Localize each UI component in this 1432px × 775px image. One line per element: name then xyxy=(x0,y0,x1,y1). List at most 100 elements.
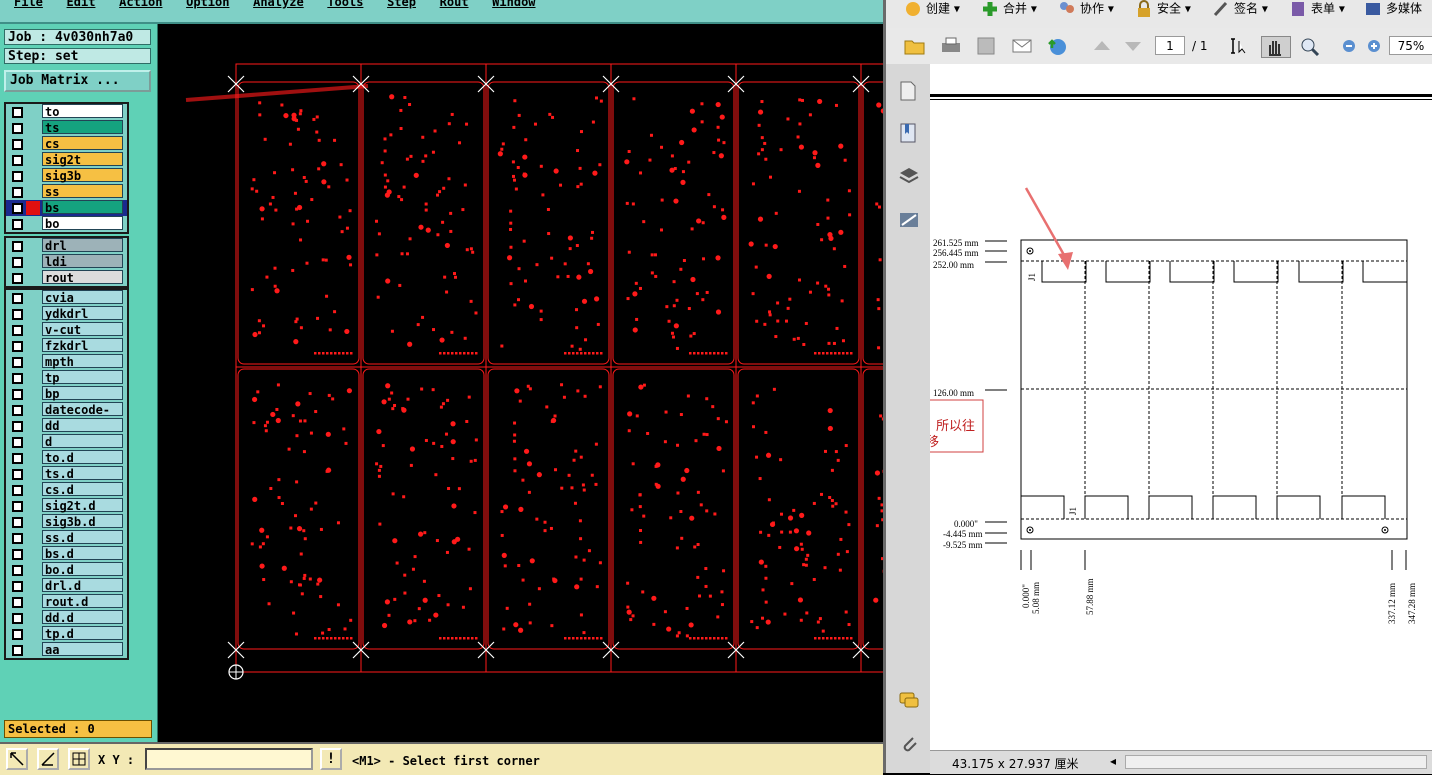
layer-row[interactable]: cvia xyxy=(6,290,127,306)
pcb-canvas[interactable] xyxy=(158,24,883,742)
layer-checkbox[interactable] xyxy=(12,203,23,214)
combine-menu[interactable]: 合并 ▾ xyxy=(981,0,1037,24)
layer-checkbox[interactable] xyxy=(12,187,23,198)
pdf-document-page[interactable]: J1 J1 261.525 mm 256.445 mm 252.00 mm 12… xyxy=(930,64,1432,750)
layer-row[interactable]: dd xyxy=(6,418,127,434)
layer-name[interactable]: dd.d xyxy=(42,610,123,624)
layer-row[interactable]: d xyxy=(6,434,127,450)
layer-name[interactable]: bo xyxy=(42,216,123,230)
print-icon[interactable] xyxy=(940,36,962,56)
layer-checkbox[interactable] xyxy=(12,453,23,464)
layer-name[interactable]: bp xyxy=(42,386,123,400)
layer-name[interactable]: aa xyxy=(42,642,123,656)
page-number-input[interactable]: 1 xyxy=(1155,36,1185,55)
layer-row[interactable]: drl.d xyxy=(6,578,127,594)
menu-file[interactable]: File xyxy=(14,0,43,9)
grid-button[interactable] xyxy=(68,748,90,770)
measure-button[interactable] xyxy=(37,748,59,770)
email-icon[interactable] xyxy=(1011,36,1033,56)
layer-checkbox[interactable] xyxy=(12,107,23,118)
layer-name[interactable]: cs.d xyxy=(42,482,123,496)
layer-row[interactable]: ss.d xyxy=(6,530,127,546)
layer-name[interactable]: d xyxy=(42,434,123,448)
layer-row[interactable]: ts.d xyxy=(6,466,127,482)
layer-row[interactable]: ss xyxy=(6,184,127,200)
menu-step[interactable]: Step xyxy=(387,0,416,9)
layer-row[interactable]: sig2t.d xyxy=(6,498,127,514)
layer-checkbox[interactable] xyxy=(12,549,23,560)
layer-checkbox[interactable] xyxy=(12,341,23,352)
open-folder-icon[interactable] xyxy=(904,36,926,56)
scroll-left-icon[interactable]: ◂ xyxy=(1110,754,1116,768)
layer-checkbox[interactable] xyxy=(12,219,23,230)
layer-row[interactable]: tp.d xyxy=(6,626,127,642)
previous-page-icon[interactable] xyxy=(1091,36,1113,56)
xy-input[interactable] xyxy=(145,748,313,770)
layer-row[interactable]: bp xyxy=(6,386,127,402)
layer-row[interactable]: sig3b.d xyxy=(6,514,127,530)
layer-checkbox[interactable] xyxy=(12,613,23,624)
layer-checkbox[interactable] xyxy=(12,309,23,320)
layer-checkbox[interactable] xyxy=(12,171,23,182)
layer-name[interactable]: v-cut xyxy=(42,322,123,336)
layer-name[interactable]: rout.d xyxy=(42,594,123,608)
warning-button[interactable]: ! xyxy=(320,748,342,770)
layer-row[interactable]: to xyxy=(6,104,127,120)
layer-checkbox[interactable] xyxy=(12,421,23,432)
layer-checkbox[interactable] xyxy=(12,325,23,336)
attachment-icon[interactable] xyxy=(898,732,920,758)
comments-icon[interactable] xyxy=(898,690,920,716)
menu-action[interactable]: Action xyxy=(119,0,162,9)
select-text-icon[interactable] xyxy=(1228,36,1250,56)
layer-name[interactable]: datecode-ss xyxy=(42,402,123,416)
menu-analyze[interactable]: Analyze xyxy=(253,0,304,9)
layer-checkbox[interactable] xyxy=(12,123,23,134)
layer-name[interactable]: sig2t xyxy=(42,152,123,166)
layer-checkbox[interactable] xyxy=(12,469,23,480)
layer-name[interactable]: bs.d xyxy=(42,546,123,560)
job-matrix-button[interactable]: Job Matrix ... xyxy=(4,70,151,92)
layer-name[interactable]: sig3b xyxy=(42,168,123,182)
zoom-tool-icon[interactable] xyxy=(1299,36,1321,56)
layer-name[interactable]: tp xyxy=(42,370,123,384)
layer-row[interactable]: ldi xyxy=(6,254,127,270)
save-icon[interactable] xyxy=(975,36,997,56)
layer-checkbox[interactable] xyxy=(12,241,23,252)
layer-row[interactable]: sig2t xyxy=(6,152,127,168)
sign-menu[interactable]: 签名 ▾ xyxy=(1212,0,1268,24)
layer-name[interactable]: ts xyxy=(42,120,123,134)
layer-checkbox[interactable] xyxy=(12,581,23,592)
layer-checkbox[interactable] xyxy=(12,273,23,284)
layer-row[interactable]: to.d xyxy=(6,450,127,466)
layer-checkbox[interactable] xyxy=(12,485,23,496)
layer-checkbox[interactable] xyxy=(12,293,23,304)
hand-tool-icon[interactable] xyxy=(1261,36,1291,58)
layer-checkbox[interactable] xyxy=(12,139,23,150)
zoom-out-icon[interactable] xyxy=(1338,36,1360,56)
layer-row[interactable]: cs xyxy=(6,136,127,152)
layer-name[interactable]: rout xyxy=(42,270,123,284)
pages-icon[interactable] xyxy=(898,80,918,106)
layer-name[interactable]: ts.d xyxy=(42,466,123,480)
layer-row[interactable]: mpth xyxy=(6,354,127,370)
layer-checkbox[interactable] xyxy=(12,565,23,576)
layer-row[interactable]: bo.d xyxy=(6,562,127,578)
multimedia-menu[interactable]: 多媒体 xyxy=(1364,0,1422,24)
layer-row[interactable]: rout.d xyxy=(6,594,127,610)
layer-row[interactable]: dd.d xyxy=(6,610,127,626)
layer-row[interactable]: aa xyxy=(6,642,127,658)
layer-name[interactable]: dd xyxy=(42,418,123,432)
layer-checkbox[interactable] xyxy=(12,155,23,166)
menu-window[interactable]: Window xyxy=(492,0,535,9)
zoom-in-icon[interactable] xyxy=(1363,36,1385,56)
layer-row[interactable]: cs.d xyxy=(6,482,127,498)
layer-checkbox[interactable] xyxy=(12,257,23,268)
layer-row[interactable]: bs.d xyxy=(6,546,127,562)
layer-color-swatch[interactable] xyxy=(26,201,40,215)
menu-edit[interactable]: Edit xyxy=(67,0,96,9)
layer-checkbox[interactable] xyxy=(12,517,23,528)
layer-name[interactable]: sig3b.d xyxy=(42,514,123,528)
layer-row[interactable]: bo xyxy=(6,216,127,232)
layer-name[interactable]: sig2t.d xyxy=(42,498,123,512)
layer-name[interactable]: drl.d xyxy=(42,578,123,592)
